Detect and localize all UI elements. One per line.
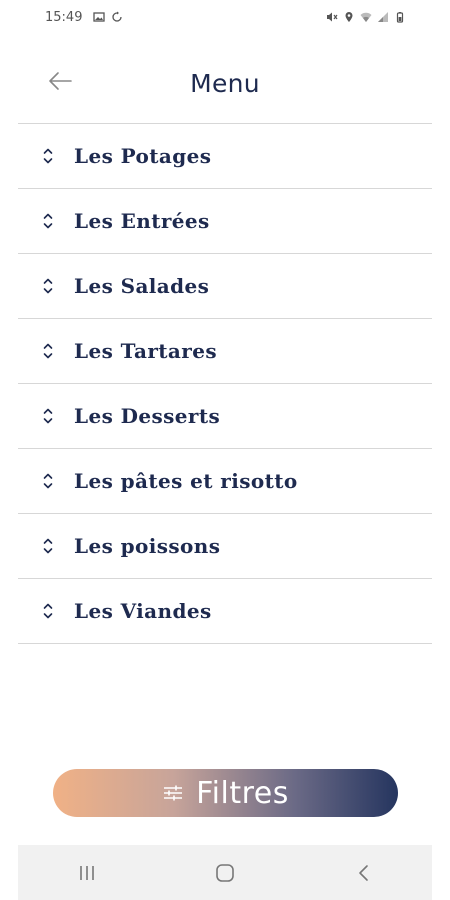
expand-collapse-icon	[40, 535, 56, 557]
status-right-icons	[326, 11, 406, 23]
recents-icon	[77, 864, 97, 882]
menu-category-desserts[interactable]: Les Desserts	[18, 384, 432, 449]
menu-category-label: Les Salades	[74, 274, 210, 298]
signal-icon	[377, 11, 389, 23]
page-title: Menu	[190, 69, 260, 98]
app-header: Menu	[0, 55, 450, 115]
filter-button[interactable]: Filtres	[53, 769, 398, 817]
menu-category-potages[interactable]: Les Potages	[18, 124, 432, 189]
home-icon	[214, 862, 236, 884]
location-icon	[343, 11, 355, 23]
status-left-icons	[93, 11, 123, 23]
expand-collapse-icon	[40, 470, 56, 492]
menu-category-list: Les Potages Les Entrées Les Salades Les …	[18, 123, 432, 644]
nav-home-button[interactable]	[195, 853, 255, 893]
sync-icon	[111, 11, 123, 23]
expand-collapse-icon	[40, 405, 56, 427]
mute-icon	[326, 11, 338, 23]
expand-collapse-icon	[40, 600, 56, 622]
menu-category-viandes[interactable]: Les Viandes	[18, 579, 432, 644]
wifi-icon	[360, 11, 372, 23]
filter-button-label: Filtres	[196, 775, 289, 811]
menu-category-label: Les poissons	[74, 534, 221, 558]
menu-category-label: Les Entrées	[74, 209, 210, 233]
image-icon	[93, 11, 105, 23]
expand-collapse-icon	[40, 340, 56, 362]
menu-category-pates-risotto[interactable]: Les pâtes et risotto	[18, 449, 432, 514]
menu-category-poissons[interactable]: Les poissons	[18, 514, 432, 579]
menu-category-label: Les Viandes	[74, 599, 212, 623]
expand-collapse-icon	[40, 275, 56, 297]
system-nav-bar	[18, 845, 432, 900]
expand-collapse-icon	[40, 210, 56, 232]
menu-category-salades[interactable]: Les Salades	[18, 254, 432, 319]
sliders-icon	[162, 783, 184, 803]
nav-back-button[interactable]	[333, 853, 393, 893]
status-time: 15:49	[45, 10, 83, 25]
menu-category-label: Les pâtes et risotto	[74, 469, 298, 493]
battery-icon	[394, 11, 406, 23]
menu-category-tartares[interactable]: Les Tartares	[18, 319, 432, 384]
back-icon	[356, 863, 370, 883]
nav-recents-button[interactable]	[57, 853, 117, 893]
menu-category-label: Les Potages	[74, 144, 212, 168]
menu-category-label: Les Desserts	[74, 404, 221, 428]
status-bar: 15:49	[0, 0, 450, 40]
expand-collapse-icon	[40, 145, 56, 167]
menu-category-entrees[interactable]: Les Entrées	[18, 189, 432, 254]
menu-category-label: Les Tartares	[74, 339, 217, 363]
